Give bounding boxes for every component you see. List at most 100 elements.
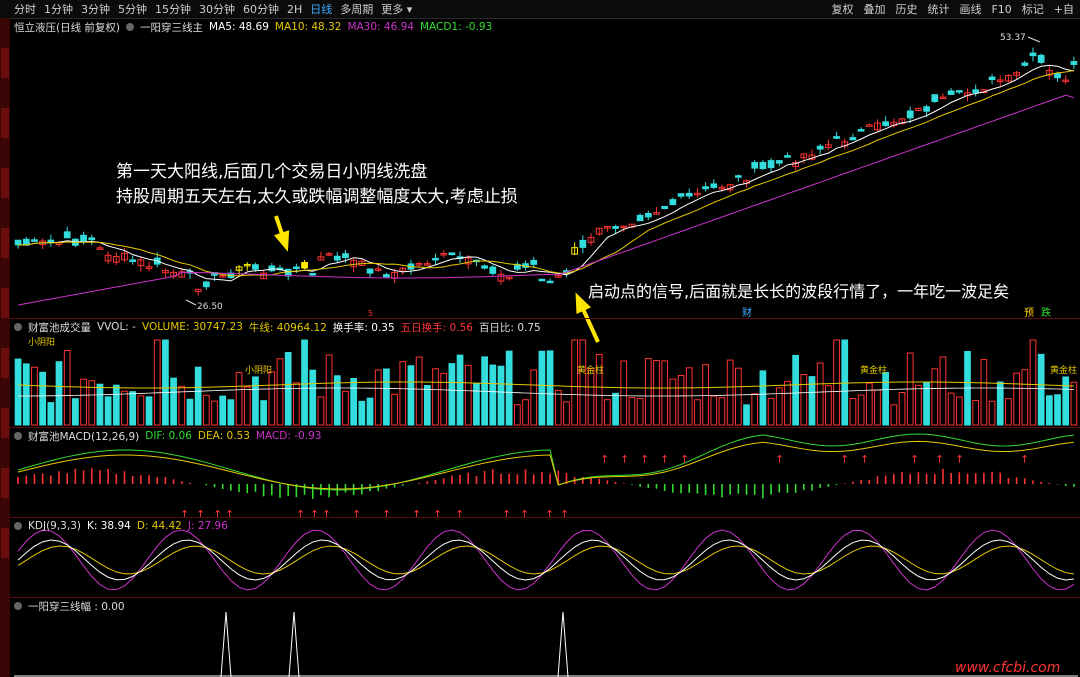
volume-indicator-name[interactable]: 财富池成交量 [28,320,91,335]
volume-bar [685,367,693,426]
macd-indicator-name[interactable]: 财富池MACD(12,26,9) [28,429,139,444]
candle-body [636,214,644,222]
volume-bar [1005,398,1012,426]
candle-body [31,239,38,242]
volume-bar [325,354,333,426]
indicator-settings-icon[interactable] [126,23,135,31]
volume-bar [636,397,644,426]
macd-buy-arrow-icon: ↑ [680,453,689,466]
candle-body [955,90,963,93]
volume-tag-label: 小阴阳 [28,337,55,348]
candle-body [751,162,759,169]
volume-bar [833,339,840,426]
macd-buy-arrow-icon: ↑ [935,453,944,466]
candle-body [702,186,709,190]
volume-bar [1037,353,1045,426]
volume-tag-label: 黄金柱 [1050,364,1077,376]
kdj-indicator-name[interactable]: KDJ(9,3,3) [28,520,81,532]
candle-body [923,106,930,112]
volume-bar [538,350,546,426]
macd-buy-arrow-icon: ↑ [640,453,649,466]
huanshou-value: 换手率: 0.35 [332,321,395,334]
volume-bar [301,339,308,426]
indicator-settings-icon[interactable] [14,602,22,610]
volume-tag-label: 黄金柱 [860,364,887,376]
volume-bar [268,371,276,426]
volume-bar [1054,394,1061,426]
volume-bar [219,395,227,426]
panel-divider[interactable] [10,597,1080,598]
indicator-settings-icon[interactable] [14,323,22,331]
volume-bar [972,399,980,426]
kdj-panel-title: KDJ(9,3,3) K: 38.94 D: 44.42 J: 27.96 [14,519,228,533]
candle-body [775,160,783,164]
candle-body [366,268,374,274]
volume-tag-label: 黄金柱 [577,364,604,376]
volume-bar [923,382,930,426]
volume-bar [1062,376,1070,426]
candle-body [816,145,824,150]
candle-body [293,266,300,270]
volume-bar [1013,372,1020,426]
volume-bar [243,386,251,426]
ma5-value: MA5: 48.69 [209,21,269,33]
yellow-arrow-1-head [273,230,290,252]
volume-bar [260,400,267,426]
volume-bar [162,339,169,426]
signal-indicator-name[interactable]: 一阳穿三线幅 : 0.00 [28,599,125,614]
low-price-label: 26.50 [197,302,223,312]
volume-bar [358,400,366,426]
volume-bar [145,396,153,426]
kline-chart-canvas[interactable]: 53.3726.50财预跌5小阴阳小阴阳 黄金柱 黄金柱 黄金柱↑ ↑ ↑ ↑ ↑ ↑ ↑ ↑ ↑ ↑ ↑… [0,0,1080,677]
volume-bar [988,400,996,426]
dif-value: DIF: 0.06 [145,430,192,442]
high-pointer [1027,36,1041,43]
macd-buy-arrow-icon: ↑ [840,453,849,466]
vvol-value: VVOL: - [97,321,136,333]
candle-body [906,110,914,119]
candle-body [734,175,742,178]
indicator-name[interactable]: 一阳穿三线主 [140,20,203,35]
candle-body [931,94,939,102]
macd-buy-arrow-icon: ↑ [502,508,511,521]
candle-body [88,237,96,241]
macd-buy-arrow-icon: ↑ [455,508,464,521]
volume-bar [211,400,218,426]
panel-divider[interactable] [10,318,1080,319]
macd-buy-arrow-icon: ↑ [352,508,361,521]
macd-buy-arrow-icon: ↑ [296,508,305,521]
indicator-settings-icon[interactable] [14,522,22,530]
volume-bar [235,372,243,426]
volume-bar [1021,369,1029,426]
stock-name: 恒立液压(日线 前复权) [14,21,121,34]
volume-bar [317,396,325,426]
volume-bar [726,359,734,426]
volume-bar [104,396,112,426]
volume-bar [677,375,685,426]
volume-bar [448,363,456,426]
volume-bar [563,401,570,426]
wuri-huanshou-value: 五日换手: 0.56 [400,321,473,334]
volume-bar [604,399,611,426]
candle-body [63,231,71,239]
candle-body [710,183,718,188]
candle-body [448,252,456,256]
candle-body [129,259,137,262]
candle-body [947,90,955,95]
indicator-settings-icon[interactable] [14,432,22,440]
volume-bar [841,339,849,426]
volume-bar [849,398,857,426]
volume-bar [694,399,701,426]
macd-buy-arrow-icon: ↑ [660,453,669,466]
panel-divider[interactable] [10,427,1080,428]
macd-buy-arrow-icon: ↑ [775,453,784,466]
panel-divider[interactable] [10,517,1080,518]
candle-body [202,281,210,288]
volume-bar [571,339,579,426]
volume-bar [546,350,554,426]
volume-bar [407,365,415,426]
volume-bar [96,383,104,426]
signal-spike [220,611,232,677]
volume-bar [530,369,538,426]
low-pointer [185,299,197,306]
